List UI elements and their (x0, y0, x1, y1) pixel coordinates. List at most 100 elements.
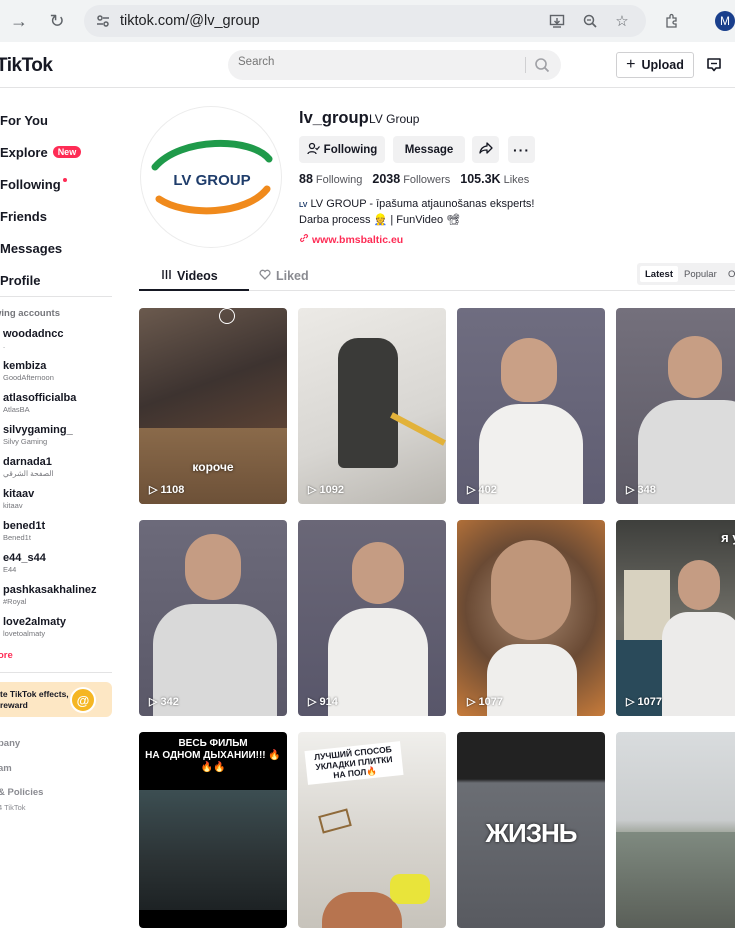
lv-mini-logo-icon: LV (299, 202, 308, 209)
share-button[interactable] (472, 136, 499, 163)
sort-latest[interactable]: Latest (640, 266, 678, 282)
tiktok-logo[interactable]: TikTok (0, 55, 53, 77)
video-thumbnail[interactable]: ▷ 402 (457, 308, 605, 504)
sort-oldest[interactable]: O (723, 266, 735, 282)
effects-line-2: reward (0, 700, 28, 710)
stat-followers[interactable]: 2038 Followers (372, 172, 450, 186)
tab-liked-label: Liked (276, 269, 309, 283)
inbox-icon[interactable] (705, 56, 723, 74)
profile-website-link[interactable]: www.bmsbaltic.eu (299, 233, 403, 246)
account-username: woodadncc (3, 328, 64, 340)
stat-following[interactable]: 88 Following (299, 172, 362, 186)
profile-username: lv_group (299, 109, 369, 127)
account-username: kembiza (3, 360, 47, 372)
search-icon[interactable] (533, 56, 551, 74)
video-thumbnail[interactable]: ▷ 342 (139, 520, 287, 716)
account-item[interactable]: e44_s44 E44 (3, 552, 97, 584)
sort-popular[interactable]: Popular (679, 266, 722, 282)
zoom-icon[interactable] (581, 12, 599, 30)
user-check-icon (307, 142, 320, 158)
search-input[interactable] (238, 56, 518, 68)
reload-icon[interactable]: ↻ (42, 6, 72, 36)
video-thumbnail[interactable]: ▷ 914 (298, 520, 446, 716)
create-effects-banner[interactable]: te TikTok effects, reward @ (0, 682, 112, 717)
upload-button[interactable]: + Upload (616, 52, 694, 78)
video-thumbnail[interactable]: ЖИЗНЬ (457, 732, 605, 928)
profile-nickname: LV Group (369, 112, 420, 126)
account-name: #Royal (3, 597, 27, 606)
bookmark-star-icon[interactable]: ☆ (613, 12, 631, 30)
sidebar-item-for-you[interactable]: For You (0, 104, 81, 136)
sidebar-item-label: Following (0, 176, 61, 192)
video-thumbnail[interactable]: ▷ 1077 (457, 520, 605, 716)
white-sweater (662, 612, 735, 716)
extensions-icon[interactable] (663, 12, 681, 30)
view-count-value: 1092 (319, 483, 344, 496)
plus-icon: + (626, 56, 636, 73)
account-item[interactable]: darnada1 الصفحة الشرقي (3, 456, 97, 488)
account-item[interactable]: pashkasakhalinez #Royal (3, 584, 97, 616)
view-count-value: 1077 (478, 695, 503, 708)
followers-count: 2038 (372, 172, 401, 186)
tab-videos[interactable]: Videos (161, 269, 218, 283)
browser-profile-avatar[interactable]: M (715, 11, 735, 31)
search-bar[interactable] (228, 50, 561, 80)
account-name: AtlasBA (3, 405, 30, 414)
sidebar-item-label: Profile (0, 272, 41, 288)
video-thumbnail[interactable]: ▷ 348 (616, 308, 735, 504)
sidebar-item-explore[interactable]: Explore New (0, 136, 82, 168)
video-thumbnail[interactable]: ВЕСЬ ФИЛЬМ НА ОДНОМ ДЫХАНИИ!!! 🔥🔥🔥 (139, 732, 287, 928)
account-item[interactable]: kembiza GoodAfternoon (3, 360, 97, 392)
play-icon: ▷ (626, 696, 635, 708)
logo-text: LV GROUP (173, 172, 250, 189)
yellow-tool (390, 874, 430, 904)
view-count: ▷ 1092 (308, 483, 344, 497)
ellipsis-icon: ··· (513, 141, 530, 158)
view-count: ▷ 348 (626, 483, 656, 497)
footer-link-company[interactable]: pany (0, 738, 20, 749)
sidebar-item-profile[interactable]: Profile (0, 264, 81, 296)
tab-liked[interactable]: Liked (259, 269, 309, 283)
view-count: ▷ 1077 (626, 695, 662, 709)
footer-link-program[interactable]: am (0, 763, 12, 774)
person-head (491, 540, 571, 640)
address-bar[interactable]: tiktok.com/@lv_group ☆ (84, 5, 646, 37)
message-button[interactable]: Message (393, 136, 465, 163)
view-count-value: 1108 (160, 483, 185, 496)
sidebar-item-label: Friends (0, 208, 47, 224)
video-thumbnail[interactable]: ▷ 1092 (298, 308, 446, 504)
sidebar-item-following[interactable]: Following (0, 168, 81, 200)
sidebar-item-messages[interactable]: Messages (0, 232, 81, 264)
video-thumbnail[interactable]: ЛУЧШИЙ СПОСОБ УКЛАДКИ ПЛИТКИ НА ПОЛ🔥 (298, 732, 446, 928)
person-head (185, 534, 241, 600)
install-app-icon[interactable] (548, 12, 566, 30)
account-name: GoodAfternoon (3, 373, 54, 382)
account-item[interactable]: love2almaty lovetoalmaty (3, 616, 97, 648)
account-item[interactable]: atlasofficialba AtlasBA (3, 392, 97, 424)
see-more-link[interactable]: ore (0, 650, 13, 661)
link-icon (299, 233, 309, 246)
view-count-value: 1077 (637, 695, 662, 708)
film-still (139, 790, 287, 910)
following-button-label: Following (323, 143, 378, 156)
more-options-button[interactable]: ··· (508, 136, 535, 163)
bio-line-1: LV LV GROUP - īpašuma atjaunošanas ekspe… (299, 197, 534, 213)
account-item[interactable]: woodadncc. (3, 328, 97, 360)
video-thumbnail[interactable]: я уже ▷1077 (616, 520, 735, 716)
footer-link-policies[interactable]: & Policies (0, 787, 43, 798)
view-count: ▷ 1108 (149, 483, 185, 497)
account-item[interactable]: kitaav kitaav (3, 488, 97, 520)
following-button[interactable]: Following (299, 136, 385, 163)
play-icon: ▷ (149, 696, 158, 708)
account-username: bened1t (3, 520, 46, 532)
following-accounts-list: woodadncc. kembiza GoodAfternoon atlasoff… (3, 328, 97, 648)
account-username: love2almaty (3, 616, 66, 628)
site-settings-icon[interactable] (94, 12, 112, 30)
forward-icon[interactable]: → (4, 6, 34, 36)
sidebar-item-friends[interactable]: Friends (0, 200, 81, 232)
account-username: kitaav (3, 488, 35, 500)
account-item[interactable]: silvygaming_ Silvy Gaming (3, 424, 97, 456)
video-thumbnail[interactable] (616, 732, 735, 928)
account-item[interactable]: bened1t Bened1t (3, 520, 97, 552)
video-thumbnail[interactable]: короче ▷ 1108 (139, 308, 287, 504)
